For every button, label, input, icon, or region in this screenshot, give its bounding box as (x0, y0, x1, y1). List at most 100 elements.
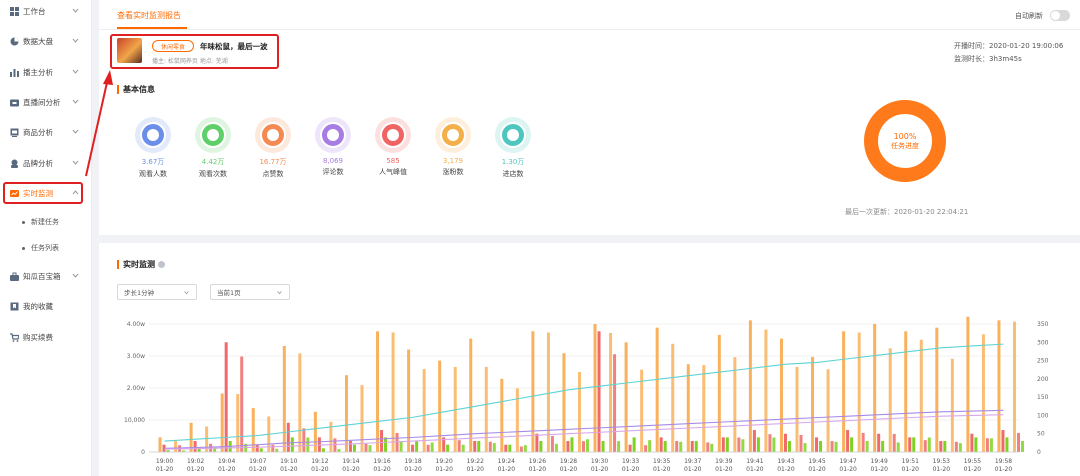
chart-bar (461, 444, 465, 452)
x-tick-date: 01-20 (435, 466, 453, 473)
chart-bar (846, 430, 850, 452)
chart-bar (240, 356, 244, 452)
basic-info-title: 基本信息 (117, 84, 155, 95)
help-icon[interactable] (158, 261, 165, 268)
chart-bar (438, 360, 442, 452)
chart-bar (628, 444, 632, 452)
chart-bar (679, 441, 683, 452)
chart-bar (706, 442, 710, 452)
x-tick-label: 19:41 (746, 458, 763, 465)
x-tick-date: 01-20 (591, 466, 609, 473)
chart-bar (997, 320, 1001, 452)
chart-bar (815, 437, 819, 452)
chart-bar (981, 334, 985, 452)
chart-bar (632, 437, 636, 452)
chart-bar (407, 349, 411, 452)
sidebar-item-toolbox[interactable]: 知瓜百宝箱 (0, 265, 92, 287)
x-tick-label: 19:58 (995, 458, 1012, 465)
chart-bar (912, 437, 916, 452)
sidebar-item-purchase[interactable]: 购买续费 (0, 326, 92, 348)
chart-bar (601, 441, 605, 452)
stat-label: 点赞数 (262, 170, 284, 178)
chart-bar (609, 332, 613, 452)
chart-bar (819, 441, 823, 452)
chart-bar (741, 439, 745, 452)
auto-refresh-label: 自动刷新 (1015, 12, 1043, 20)
chart-bar (923, 440, 927, 452)
chart-bar (578, 372, 581, 452)
stat-label: 进店数 (502, 170, 524, 178)
x-tick-label: 19:51 (902, 458, 919, 465)
chart-bar (881, 441, 885, 452)
x-tick-label: 19:20 (436, 458, 453, 465)
chart-bar (333, 438, 337, 452)
page-select[interactable]: 当前1页 (210, 284, 290, 300)
category-tag: 休闲零食 (152, 40, 194, 52)
x-tick-date: 01-20 (870, 466, 888, 473)
bookmark-icon (10, 302, 19, 311)
x-tick-date: 01-20 (684, 466, 702, 473)
x-tick-date: 01-20 (777, 466, 795, 473)
stat-item: 3.67万 观看人数 (128, 117, 178, 179)
monitor-title: 实时监测 (117, 259, 165, 270)
thumb-up-icon (255, 117, 291, 153)
chart-bar (613, 354, 617, 452)
bullet-icon (22, 246, 25, 250)
stat-label: 观看次数 (199, 170, 227, 178)
chart-bar (597, 331, 601, 452)
chart-bar (492, 443, 496, 452)
stat-value: 3,179 (442, 157, 464, 165)
stat-value: 585 (386, 157, 400, 165)
stat-value: 8,069 (322, 157, 344, 165)
stat-value: 16.77万 (259, 158, 287, 166)
chart-bar (302, 428, 306, 452)
chart-bar (644, 445, 648, 452)
start-time: 开播时间：2020-01-20 19:00:06 (954, 42, 1064, 50)
step-select[interactable]: 步长1分钟 (117, 284, 197, 300)
chart-bar (271, 444, 275, 452)
x-tick-date: 01-20 (529, 466, 547, 473)
stat-item: 3,179 涨粉数 (428, 117, 478, 177)
grid-dots-icon (195, 117, 231, 153)
chart-bar (779, 338, 783, 452)
x-tick-label: 19:55 (964, 458, 981, 465)
sidebar-subitem-task-list[interactable]: 任务列表 (22, 243, 59, 253)
chart-bar (954, 441, 958, 452)
page-select-value: 当前1页 (217, 289, 241, 297)
chart-bar (826, 369, 830, 452)
heart-icon (435, 117, 471, 153)
room-title[interactable]: 年味松鼠，最后一波 (200, 41, 268, 52)
sidebar-item-favorites[interactable]: 我的收藏 (0, 295, 92, 317)
auto-refresh-toggle[interactable] (1050, 10, 1070, 21)
chart-bar (415, 441, 419, 452)
chart-bar (582, 441, 585, 452)
chart-bar (865, 441, 869, 452)
y2-tick-label: 200 (1037, 376, 1049, 383)
stat-item: 16.77万 点赞数 (248, 117, 298, 179)
last-update: 最后一次更新：2020-01-20 22:04:21 (845, 208, 969, 216)
x-tick-date: 01-20 (342, 466, 360, 473)
chart-bar (500, 378, 504, 452)
chart-bar (690, 441, 694, 452)
chart-bar (985, 438, 989, 452)
sidebar-subitem-new-task[interactable]: 新建任务 (22, 217, 59, 227)
chart-bar (298, 353, 302, 452)
subitem-label: 新建任务 (31, 218, 59, 226)
x-tick-date: 01-20 (498, 466, 516, 473)
chart-bar (539, 441, 543, 452)
chart-bar (380, 430, 384, 452)
x-tick-date: 01-20 (311, 466, 329, 473)
y2-tick-label: 250 (1037, 358, 1049, 365)
chart-bar (811, 356, 815, 452)
chart-bar (395, 432, 399, 452)
chart-bar (477, 441, 481, 452)
x-tick-label: 19:47 (839, 458, 856, 465)
chart-bar (655, 327, 659, 452)
x-tick-label: 19:30 (591, 458, 608, 465)
chart-bar (877, 433, 881, 452)
chart-bar (799, 434, 803, 452)
x-tick-label: 19:26 (529, 458, 546, 465)
chart-bar (904, 331, 908, 452)
chart-bar (624, 342, 628, 452)
app-window: 工作台 数据大盘 播主分析 直播间分析 商品分析 品牌分析 实时监测 新建任务 … (0, 0, 1080, 476)
